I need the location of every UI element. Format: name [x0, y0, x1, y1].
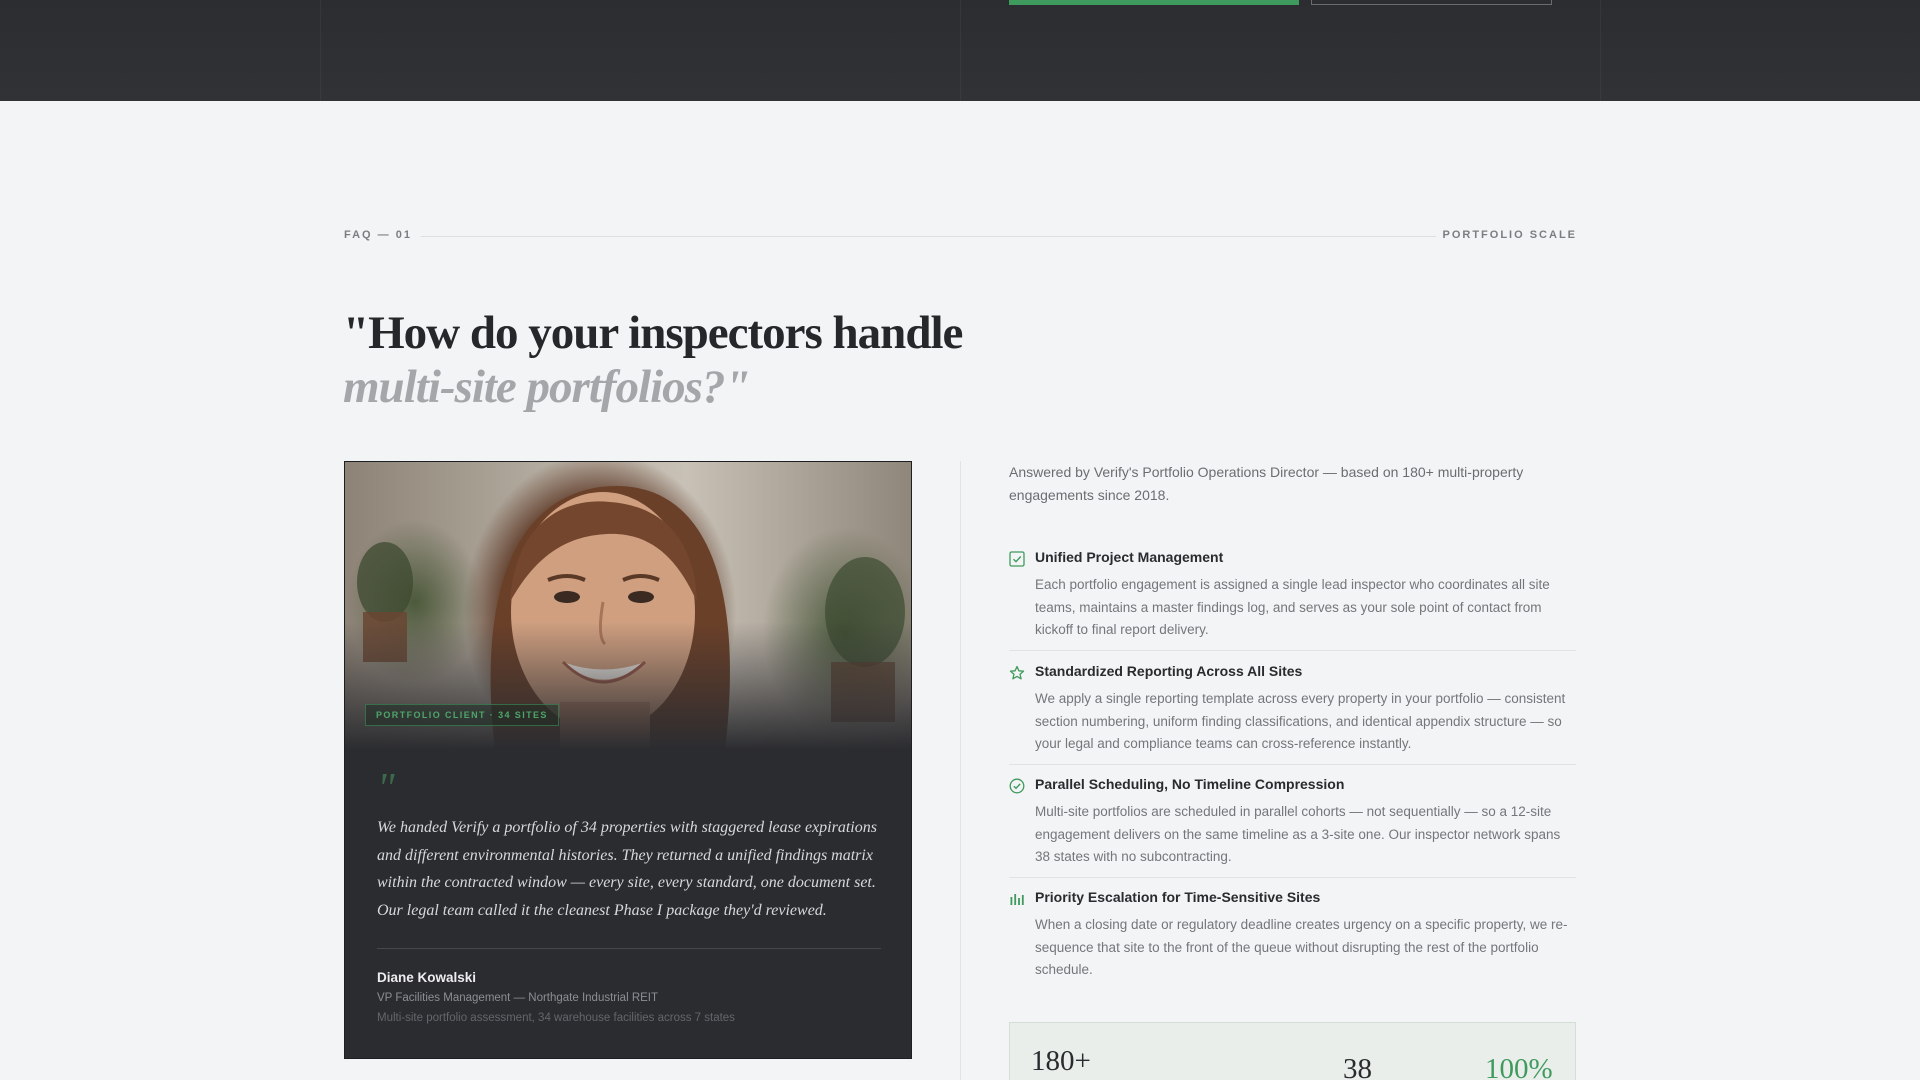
feature-description: When a closing date or regulatory deadli… [1035, 917, 1568, 978]
grid-line [960, 0, 961, 101]
checkbox-icon [1009, 551, 1025, 567]
feature-item: Standardized Reporting Across All Sites … [1009, 663, 1576, 765]
feature-title: Unified Project Management [1035, 549, 1224, 565]
check-circle-icon [1009, 778, 1025, 794]
faq-question-heading: "How do your inspectors handle multi-sit… [343, 306, 963, 414]
quote-mark-icon: " [377, 766, 395, 812]
stat-engagements: 180+ [1031, 1045, 1091, 1077]
author-project: Multi-site portfolio assessment, 34 ware… [377, 1012, 735, 1024]
card-divider [377, 948, 881, 949]
section-number-label: FAQ — 01 [344, 229, 412, 241]
author-name: Diane Kowalski [377, 970, 477, 985]
stat-states: 38 [1343, 1053, 1372, 1080]
testimonial-card: PORTFOLIO CLIENT · 34 SITES " We handed … [344, 461, 912, 1059]
feature-title: Parallel Scheduling, No Timeline Compres… [1035, 776, 1345, 792]
grid-line [320, 0, 321, 101]
feature-item: Unified Project Management Each portfoli… [1009, 549, 1576, 651]
photo-gradient-overlay [345, 622, 911, 750]
feature-title: Standardized Reporting Across All Sites [1035, 663, 1303, 679]
bar-chart-icon [1010, 894, 1024, 905]
testimonial-quote: We handed Verify a portfolio of 34 prope… [377, 819, 877, 919]
answer-attribution: Answered by Verify's Portfolio Operation… [1009, 464, 1524, 503]
feature-description: Multi-site portfolios are scheduled in p… [1035, 804, 1561, 865]
primary-cta-button[interactable] [1009, 0, 1299, 5]
author-role: VP Facilities Management — Northgate Ind… [377, 992, 659, 1004]
feature-description: We apply a single reporting template acr… [1035, 691, 1566, 752]
section-divider [421, 236, 1436, 237]
heading-line-2: multi-site portfolios?" [343, 361, 751, 413]
feature-item: Parallel Scheduling, No Timeline Compres… [1009, 776, 1576, 878]
column-divider [960, 461, 961, 1080]
secondary-cta-button[interactable] [1311, 0, 1552, 5]
heading-line-1: "How do your inspectors handle [343, 307, 963, 359]
feature-title: Priority Escalation for Time-Sensitive S… [1035, 889, 1321, 905]
portfolio-stats-box: 180+ 38 100% [1009, 1022, 1576, 1080]
stat-percentage: 100% [1485, 1053, 1553, 1080]
grid-line [1600, 0, 1601, 101]
star-icon [1009, 665, 1025, 680]
feature-item: Priority Escalation for Time-Sensitive S… [1009, 889, 1576, 991]
feature-description: Each portfolio engagement is assigned a … [1035, 577, 1550, 638]
client-tag-badge: PORTFOLIO CLIENT · 34 SITES [365, 704, 559, 726]
top-dark-band [0, 0, 1920, 101]
section-topic-label: PORTFOLIO SCALE [1442, 229, 1577, 241]
